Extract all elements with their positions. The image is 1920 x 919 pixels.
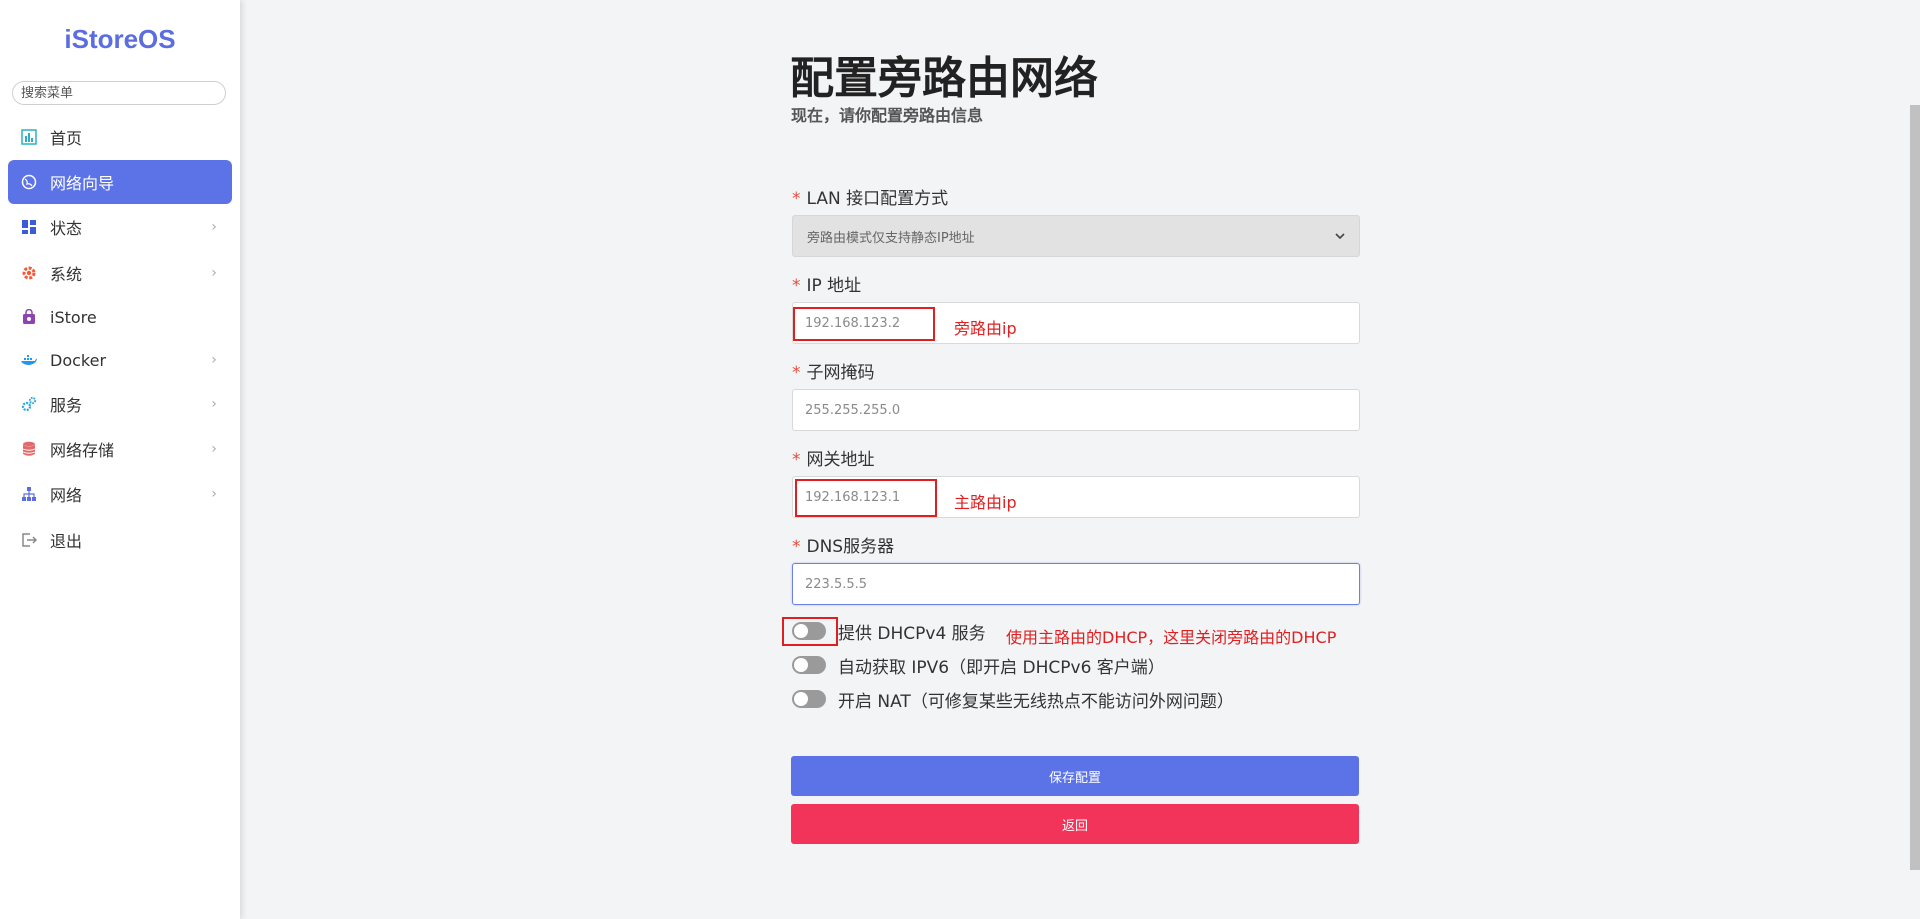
annotation-ip-note: 旁路由ip: [954, 319, 1017, 338]
save-config-button[interactable]: 保存配置: [791, 756, 1359, 796]
required-mark: *: [792, 537, 801, 557]
dns-label: * DNS服务器: [792, 537, 895, 557]
page-subtitle: 现在，请你配置旁路由信息: [791, 106, 984, 125]
sidebar-item-label: 首页: [50, 129, 83, 148]
page-title: 配置旁路由网络: [790, 53, 1098, 104]
sidebar-item-label: 网络向导: [50, 174, 115, 193]
sidebar-item-network[interactable]: 网络 ›: [8, 472, 232, 516]
annotation-highlight-box: [795, 479, 937, 517]
sidebar-item-label: 服务: [50, 396, 83, 415]
chevron-right-icon: ›: [211, 352, 217, 368]
grid-icon: [20, 218, 38, 236]
required-mark: *: [792, 189, 801, 209]
sidebar-item-label: 系统: [50, 265, 83, 284]
required-mark: *: [792, 450, 801, 470]
dns-input[interactable]: [792, 563, 1360, 605]
sidebar-item-label: 状态: [50, 219, 83, 238]
gateway-label: * 网关地址: [792, 450, 875, 470]
gear-icon: [20, 264, 38, 282]
ipv6-toggle-row: 自动获取 IPV6（即开启 DHCPv6 客户端）: [792, 653, 1165, 678]
sidebar: iStoreOS 首页 网络向导 状态 › 系统 › iStore: [0, 0, 240, 919]
chevron-right-icon: ›: [211, 441, 217, 457]
back-button[interactable]: 返回: [791, 804, 1359, 844]
sidebar-item-label: 网络: [50, 486, 83, 505]
annotation-gateway-note: 主路由ip: [954, 493, 1017, 512]
network-tree-icon: [20, 485, 38, 503]
sidebar-item-home[interactable]: 首页: [8, 115, 232, 159]
page-scrollbar[interactable]: [1910, 105, 1920, 870]
sidebar-item-label: Docker: [50, 350, 107, 370]
nat-toggle[interactable]: [792, 690, 826, 708]
ipv6-toggle-label: 自动获取 IPV6（即开启 DHCPv6 客户端）: [838, 657, 1165, 678]
dhcpv4-toggle-label: 提供 DHCPv4 服务: [838, 623, 986, 644]
ipv6-toggle[interactable]: [792, 656, 826, 674]
sidebar-item-istore[interactable]: iStore: [8, 295, 232, 339]
globe-icon: [20, 173, 38, 191]
netmask-label: * 子网掩码: [792, 363, 875, 383]
sidebar-item-docker[interactable]: Docker ›: [8, 338, 232, 382]
database-icon: [20, 440, 38, 458]
logout-icon: [20, 531, 38, 549]
nat-toggle-label: 开启 NAT（可修复某些无线热点不能访问外网问题）: [838, 691, 1234, 712]
dashboard-icon: [20, 128, 38, 146]
chevron-right-icon: ›: [211, 219, 217, 235]
sidebar-item-label: 网络存储: [50, 441, 115, 460]
sidebar-item-network-wizard[interactable]: 网络向导: [8, 160, 232, 204]
chevron-right-icon: ›: [211, 486, 217, 502]
ip-label: * IP 地址: [792, 276, 862, 296]
chevron-right-icon: ›: [211, 396, 217, 412]
sidebar-item-network-storage[interactable]: 网络存储 ›: [8, 427, 232, 471]
menu-search-input[interactable]: [12, 81, 226, 105]
sidebar-item-status[interactable]: 状态 ›: [8, 205, 232, 249]
store-bag-icon: [20, 308, 38, 326]
sidebar-item-system[interactable]: 系统 ›: [8, 251, 232, 295]
cogs-icon: [20, 395, 38, 413]
lan-mode-select[interactable]: 旁路由模式仅支持静态IP地址: [792, 215, 1360, 257]
sidebar-item-label: 退出: [50, 532, 83, 551]
app-logo[interactable]: iStoreOS: [0, 24, 240, 55]
annotation-highlight-box: [793, 307, 935, 341]
chevron-down-icon: [1335, 229, 1345, 244]
annotation-highlight-box: [782, 617, 838, 646]
lan-mode-label: * LAN 接口配置方式: [792, 189, 949, 209]
lan-mode-selected-value: 旁路由模式仅支持静态IP地址: [807, 230, 975, 246]
nat-toggle-row: 开启 NAT（可修复某些无线热点不能访问外网问题）: [792, 687, 1234, 712]
docker-whale-icon: [20, 351, 38, 369]
required-mark: *: [792, 363, 801, 383]
sidebar-item-logout[interactable]: 退出: [8, 518, 232, 562]
sidebar-item-label: iStore: [50, 307, 97, 327]
sidebar-item-services[interactable]: 服务 ›: [8, 382, 232, 426]
annotation-dhcp-note: 使用主路由的DHCP，这里关闭旁路由的DHCP: [1006, 628, 1337, 647]
required-mark: *: [792, 276, 801, 296]
chevron-right-icon: ›: [211, 265, 217, 281]
netmask-input[interactable]: [792, 389, 1360, 431]
